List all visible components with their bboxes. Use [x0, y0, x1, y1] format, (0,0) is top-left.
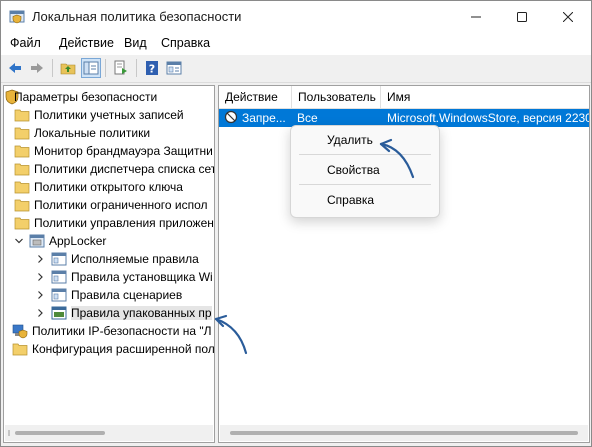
- row-user: Все: [297, 111, 318, 125]
- close-button[interactable]: [545, 1, 591, 33]
- tree-pane[interactable]: Параметры безопасности Политики учетных …: [3, 85, 215, 443]
- column-header-action[interactable]: Действие: [219, 86, 292, 109]
- context-menu-properties[interactable]: Свойства: [291, 159, 439, 181]
- tree-label: Политики управления приложен: [34, 216, 214, 230]
- show-tree-button[interactable]: [81, 58, 101, 78]
- folder-up-icon: [60, 63, 76, 75]
- chevron-right-icon[interactable]: [35, 271, 45, 283]
- tree-label: Политики учетных записей: [34, 108, 184, 122]
- tree-label: Локальные политики: [34, 126, 151, 140]
- tree-horizontal-scrollbar[interactable]: [5, 425, 213, 441]
- chevron-right-icon[interactable]: [35, 289, 45, 301]
- tree-label: Политики диспетчера списка сет: [34, 162, 215, 176]
- applocker-icon: [29, 233, 45, 249]
- tree-label: Правила упакованных пр: [71, 306, 212, 320]
- tree-label: Правила установщика Wi: [71, 270, 213, 284]
- tree-label: Исполняемые правила: [71, 252, 199, 266]
- back-button[interactable]: [6, 59, 24, 77]
- back-arrow-icon: [9, 63, 21, 73]
- context-menu-separator: [299, 154, 431, 155]
- folder-icon: [14, 197, 30, 213]
- menu-action[interactable]: Действие: [59, 36, 114, 50]
- context-menu-help[interactable]: Справка: [291, 189, 439, 211]
- toolbar-separator: [105, 59, 106, 77]
- row-name: Microsoft.WindowsStore, версия 22303: [387, 111, 590, 125]
- forward-button[interactable]: [28, 59, 46, 77]
- properties-icon: [166, 61, 182, 75]
- column-header-user[interactable]: Пользователь: [292, 86, 381, 109]
- tree-item-public-key-policies[interactable]: Политики открытого ключа: [4, 178, 214, 196]
- chevron-down-icon[interactable]: [14, 235, 24, 247]
- context-menu: Удалить Свойства Справка: [290, 125, 440, 218]
- security-policy-icon: [9, 9, 25, 25]
- tree-label: Политики открытого ключа: [34, 180, 183, 194]
- maximize-icon: [517, 12, 527, 22]
- forward-arrow-icon: [31, 63, 43, 73]
- tree-item-firewall-monitor[interactable]: Монитор брандмауэра Защитни: [4, 142, 214, 160]
- tree-label: AppLocker: [49, 234, 107, 248]
- context-menu-separator: [299, 184, 431, 185]
- tree-item-applocker[interactable]: AppLocker: [4, 232, 214, 250]
- packaged-rules-icon: [51, 305, 67, 321]
- help-button[interactable]: ?: [143, 59, 161, 77]
- rules-icon: [51, 287, 67, 303]
- maximize-button[interactable]: [499, 1, 545, 33]
- up-button[interactable]: [59, 59, 77, 77]
- row-action: Запре...: [242, 111, 286, 125]
- context-menu-delete[interactable]: Удалить: [291, 129, 439, 151]
- menu-view[interactable]: Вид: [124, 36, 147, 50]
- tree-label: Политики IP-безопасности на "Л: [32, 324, 212, 338]
- tree-item-network-list-policies[interactable]: Политики диспетчера списка сет: [4, 160, 215, 178]
- export-list-icon: [114, 60, 127, 75]
- minimize-button[interactable]: [453, 1, 499, 33]
- tree-item-executable-rules[interactable]: Исполняемые правила: [4, 250, 214, 268]
- ip-security-icon: [12, 323, 28, 339]
- title-bar: Локальная политика безопасности: [1, 1, 591, 33]
- tree-item-packaged-app-rules[interactable]: Правила упакованных пр: [4, 304, 214, 322]
- folder-icon: [14, 179, 30, 195]
- tree-item-account-policies[interactable]: Политики учетных записей: [4, 106, 214, 124]
- menu-bar: Файл Действие Вид Справка: [1, 33, 591, 55]
- app-window: Локальная политика безопасности Файл Дей…: [0, 0, 592, 447]
- tree-item-ip-security[interactable]: Политики IP-безопасности на "Л: [4, 322, 214, 340]
- chevron-right-icon[interactable]: [35, 307, 45, 319]
- tree-item-app-control-policies[interactable]: Политики управления приложен: [4, 214, 214, 232]
- show-tree-icon: [83, 61, 99, 75]
- rules-icon: [51, 251, 67, 267]
- window-title: Локальная политика безопасности: [32, 9, 242, 24]
- svg-text:?: ?: [149, 63, 155, 76]
- folder-icon: [14, 215, 30, 231]
- tree-label: Правила сценариев: [71, 288, 183, 302]
- folder-icon: [14, 107, 30, 123]
- tree-label: Конфигурация расширенной пол: [32, 342, 215, 356]
- chevron-right-icon[interactable]: [35, 253, 45, 265]
- tree-label: Параметры безопасности: [14, 90, 158, 104]
- export-list-button[interactable]: [112, 59, 130, 77]
- menu-file[interactable]: Файл: [10, 36, 41, 50]
- close-icon: [563, 12, 573, 22]
- toolbar: ?: [1, 55, 591, 83]
- tree-item-local-policies[interactable]: Локальные политики: [4, 124, 214, 142]
- tree-item-root[interactable]: Параметры безопасности: [4, 88, 214, 106]
- help-icon: ?: [146, 61, 158, 76]
- toolbar-separator: [136, 59, 137, 77]
- folder-icon: [14, 143, 30, 159]
- tree-item-installer-rules[interactable]: Правила установщика Wi: [4, 268, 214, 286]
- list-horizontal-scrollbar[interactable]: [220, 425, 588, 441]
- menu-help[interactable]: Справка: [161, 36, 210, 50]
- folder-icon: [14, 161, 30, 177]
- tree-item-script-rules[interactable]: Правила сценариев: [4, 286, 214, 304]
- tree-item-software-restriction[interactable]: Политики ограниченного испол: [4, 196, 214, 214]
- tree-item-advanced-audit[interactable]: Конфигурация расширенной пол: [4, 340, 215, 358]
- tree-label: Политики ограниченного испол: [34, 198, 208, 212]
- folder-icon: [12, 341, 28, 357]
- folder-icon: [14, 125, 30, 141]
- deny-icon: [224, 110, 238, 127]
- properties-button[interactable]: [165, 59, 183, 77]
- tree-label: Монитор брандмауэра Защитни: [34, 144, 213, 158]
- minimize-icon: [471, 16, 481, 18]
- rules-icon: [51, 269, 67, 285]
- column-header-name[interactable]: Имя: [381, 86, 589, 109]
- toolbar-separator: [52, 59, 53, 77]
